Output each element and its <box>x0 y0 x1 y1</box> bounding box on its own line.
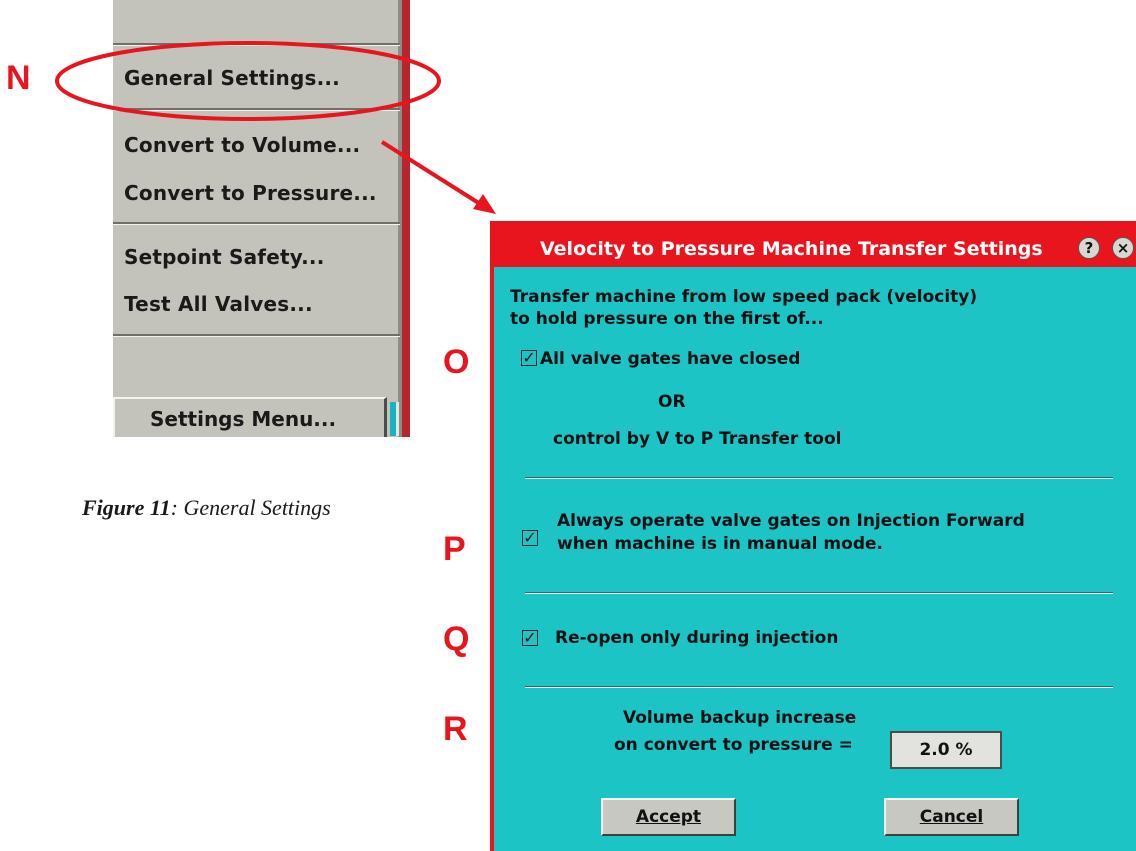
highlight-ellipse <box>55 41 441 121</box>
annotation-letter-r: R <box>443 710 468 748</box>
annotation-overlay <box>55 41 496 214</box>
callout-arrow-head <box>473 194 496 214</box>
annotation-letter-o: O <box>443 343 470 381</box>
callout-arrow-line <box>380 140 487 209</box>
annotation-letter-q: Q <box>443 620 470 658</box>
annotation-letter-p: P <box>443 530 466 568</box>
annotation-letter-n: N <box>6 59 31 97</box>
